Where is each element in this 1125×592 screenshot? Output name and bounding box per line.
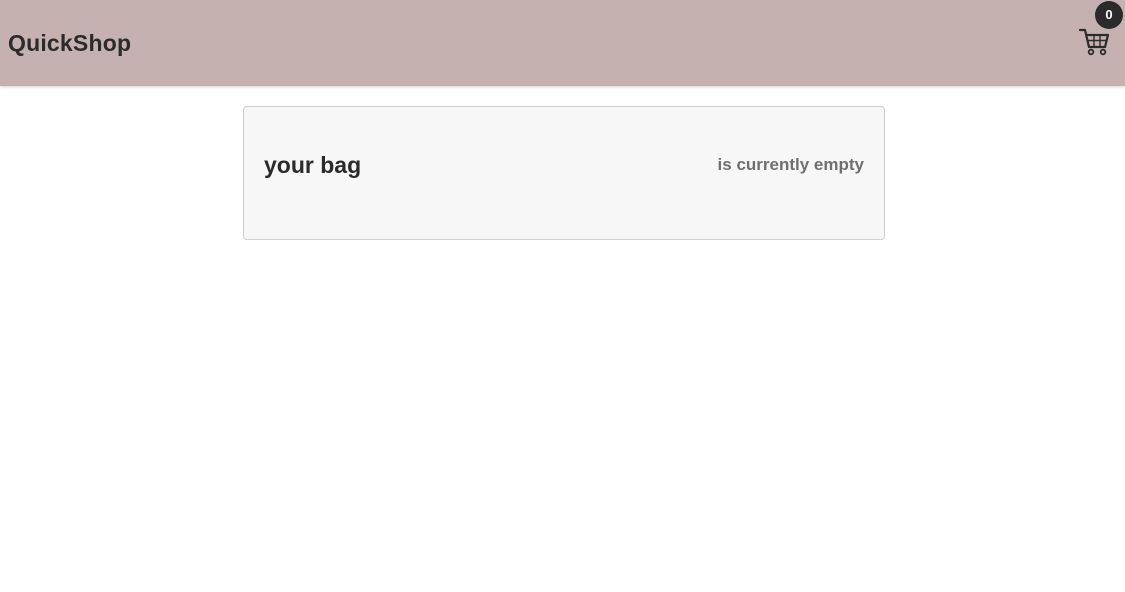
bag-empty-status: is currently empty — [717, 155, 864, 174]
cart-count-badge: 0 — [1095, 1, 1123, 29]
bag-title: your bag — [264, 152, 362, 178]
bag-summary-card: your bag is currently empty — [243, 106, 885, 240]
top-header: QuickShop 0 — [0, 0, 1125, 86]
shopping-cart-icon — [1078, 28, 1110, 56]
cart-button[interactable] — [1078, 27, 1111, 57]
brand-logo[interactable]: QuickShop — [8, 28, 131, 58]
